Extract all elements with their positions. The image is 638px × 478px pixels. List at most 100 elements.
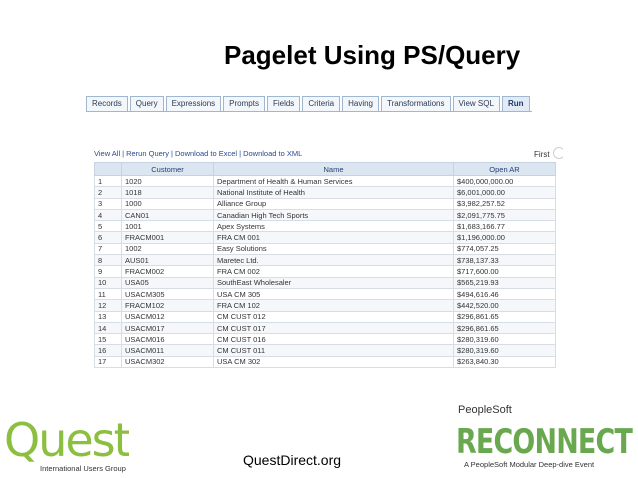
open-ar-cell: $1,683,166.77	[453, 220, 556, 233]
view-all-link[interactable]: View All	[94, 149, 120, 158]
first-page-label[interactable]: First	[534, 150, 550, 159]
table-row: 7 1002 Easy Solutions $774,057.25	[94, 242, 556, 256]
questdirect-link[interactable]: QuestDirect.org	[243, 452, 341, 468]
row-number: 13	[94, 310, 122, 323]
row-number: 9	[94, 265, 122, 278]
table-row: 4 CAN01 Canadian High Tech Sports $2,091,77…	[94, 208, 556, 222]
table-row: 11 USACM305 USA CM 305 $494,616.46	[94, 287, 556, 301]
tab-transformations[interactable]: Transformations	[381, 96, 451, 111]
page-nav-icon[interactable]	[553, 147, 565, 159]
table-row: 9 FRACM002 FRA CM 002 $717,600.00	[94, 265, 556, 278]
name-cell: CM CUST 011	[213, 344, 454, 357]
row-number: 7	[94, 242, 122, 256]
tab-records[interactable]: Records	[86, 96, 128, 111]
name-cell: CM CUST 016	[213, 333, 454, 346]
tab-fields[interactable]: Fields	[266, 96, 301, 111]
tab-view-sql[interactable]: View SQL	[452, 96, 500, 111]
results-links: View All | Rerun Query | Download to Excel | D…	[94, 149, 302, 158]
column-header-rownum	[94, 162, 122, 176]
peoplesoft-label: PeopleSoft	[458, 404, 512, 416]
column-header-name[interactable]: Name	[213, 162, 454, 176]
query-results-table: Customer Name Open AR 1 1020 Department of…	[94, 162, 556, 369]
tab-prompts[interactable]: Prompts	[223, 96, 265, 111]
name-cell: FRA CM 001	[213, 231, 454, 244]
customer-cell: FRACM001	[121, 231, 214, 244]
table-row: 16 USACM011 CM CUST 011 $280,319.60	[94, 344, 556, 357]
name-cell: National Institute of Health	[213, 186, 454, 199]
row-number: 1	[94, 174, 122, 188]
column-header-customer[interactable]: Customer	[121, 162, 214, 176]
open-ar-cell: $280,319.60	[453, 344, 556, 357]
tab-criteria[interactable]: Criteria	[302, 96, 341, 111]
name-cell: FRA CM 002	[213, 265, 454, 278]
name-cell: Canadian High Tech Sports	[213, 208, 454, 222]
quest-subtitle: International Users Group	[40, 464, 126, 473]
link-separator: |	[239, 149, 242, 158]
link-separator: |	[171, 149, 173, 158]
table-row: 14 USACM017 CM CUST 017 $296,861.65	[94, 321, 556, 335]
customer-cell: CAN01	[121, 208, 214, 222]
table-row: 1 1020 Department of Health & Human Servic…	[94, 174, 556, 188]
open-ar-cell: $3,982,257.52	[453, 197, 556, 210]
slide-title: Pagelet Using PS/Query	[224, 40, 521, 70]
tab-expressions[interactable]: Expressions	[165, 96, 222, 111]
customer-cell: USACM011	[121, 344, 214, 357]
row-number: 2	[94, 186, 122, 199]
open-ar-cell: $6,001,000.00	[453, 186, 556, 199]
table-row: 8 AUS01 Maretec Ltd. $738,137.33	[94, 254, 556, 267]
name-cell: Easy Solutions	[213, 242, 454, 256]
row-number: 17	[94, 355, 122, 369]
customer-cell: 1018	[121, 186, 214, 199]
row-number: 10	[94, 276, 122, 289]
name-cell: CM CUST 012	[213, 310, 454, 323]
tab-run[interactable]: Run	[501, 96, 530, 111]
open-ar-cell: $2,091,775.75	[453, 208, 556, 222]
name-cell: Apex Systems	[213, 220, 454, 233]
customer-cell: USA05	[121, 276, 214, 289]
column-header-open-ar[interactable]: Open AR	[453, 162, 556, 176]
name-cell: Department of Health & Human Services	[213, 174, 454, 188]
table-row: 5 1001 Apex Systems $1,683,166.77	[94, 220, 556, 233]
open-ar-cell: $296,861.65	[453, 321, 556, 335]
download-xml-link[interactable]: Download to XML	[243, 149, 302, 158]
table-header-row: Customer Name Open AR	[94, 162, 556, 176]
row-number: 3	[94, 197, 122, 210]
quest-logo-text: Quest	[4, 413, 129, 464]
download-excel-link[interactable]: Download to Excel	[175, 149, 237, 158]
open-ar-cell: $280,319.60	[453, 333, 556, 346]
customer-cell: USACM302	[121, 355, 214, 369]
rerun-query-link[interactable]: Rerun Query	[126, 149, 169, 158]
reconnect-subtitle: A PeopleSoft Modular Deep-dive Event	[464, 460, 595, 469]
open-ar-cell: $774,057.25	[453, 242, 556, 256]
customer-cell: USACM012	[121, 310, 214, 323]
open-ar-cell: $263,840.30	[453, 355, 556, 369]
customer-cell: 1000	[121, 197, 214, 210]
customer-cell: 1020	[121, 174, 214, 188]
reconnect-logo-text: RECONNECT	[456, 422, 633, 460]
row-number: 14	[94, 321, 122, 335]
open-ar-cell: $400,000,000.00	[453, 174, 556, 188]
tab-having[interactable]: Having	[342, 96, 379, 111]
tab-query[interactable]: Query	[129, 96, 164, 111]
name-cell: SouthEast Wholesaler	[213, 276, 454, 289]
open-ar-cell: $442,520.00	[453, 299, 556, 312]
customer-cell: FRACM102	[121, 299, 214, 312]
row-number: 8	[94, 254, 122, 267]
table-row: 15 USACM016 CM CUST 016 $280,319.60	[94, 333, 556, 346]
query-tab-bar: Records Query Expressions Prompts Fields Crit…	[86, 96, 532, 112]
customer-cell: 1001	[121, 220, 214, 233]
name-cell: CM CUST 017	[213, 321, 454, 335]
row-number: 5	[94, 220, 122, 233]
customer-cell: FRACM002	[121, 265, 214, 278]
name-cell: USA CM 302	[213, 355, 454, 369]
open-ar-cell: $565,219.93	[453, 276, 556, 289]
row-number: 12	[94, 299, 122, 312]
table-row: 17 USACM302 USA CM 302 $263,840.30	[94, 355, 556, 369]
row-number: 4	[94, 208, 122, 222]
table-row: 6 FRACM001 FRA CM 001 $1,196,000.00	[94, 231, 556, 244]
row-number: 11	[94, 287, 122, 301]
name-cell: Alliance Group	[213, 197, 454, 210]
open-ar-cell: $717,600.00	[453, 265, 556, 278]
open-ar-cell: $494,616.46	[453, 287, 556, 301]
customer-cell: 1002	[121, 242, 214, 256]
